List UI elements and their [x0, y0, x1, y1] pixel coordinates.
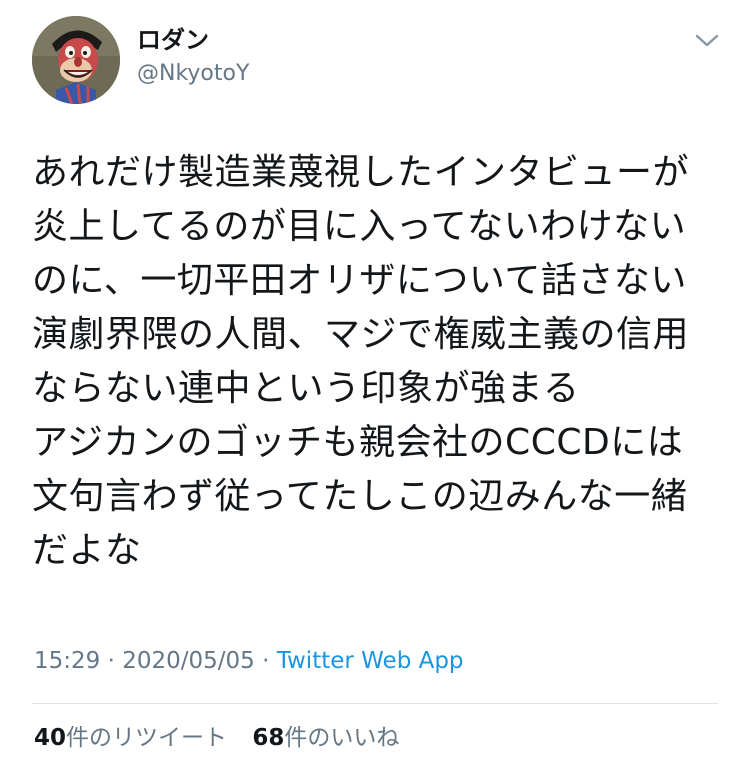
tweet-text-line: のに、一切平田オリザについて話さない — [32, 260, 687, 301]
retweets-label: 件のリツイート — [66, 725, 228, 751]
tweet-stats: 40件のリツイート 68件のいいね — [34, 722, 399, 754]
meta-separator: · — [254, 648, 277, 674]
tweet-text-line: 文句言わず従ってたしこの辺みんな一緒 — [32, 476, 688, 517]
tweet-text-line: あれだけ製造業蔑視したインタビューが — [32, 152, 690, 193]
tweet-text: あれだけ製造業蔑視したインタビューが 炎上してるのが目に入ってないわけない のに… — [32, 146, 722, 578]
tweet-text-line: だよな — [32, 530, 142, 571]
tweet-meta: 15:29 · 2020/05/05 · Twitter Web App — [34, 645, 464, 677]
tweet-text-line: 演劇界隈の人間、マジで権威主義の信用 — [32, 314, 690, 355]
cartoon-avatar-icon — [32, 16, 120, 104]
likes-count: 68 — [252, 725, 285, 751]
avatar[interactable] — [32, 16, 120, 104]
likes-stat[interactable]: 68件のいいね — [252, 722, 399, 754]
divider — [32, 703, 718, 704]
tweet-card: ロダン @NkyotoY あれだけ製造業蔑視したインタビューが 炎上してるのが目… — [0, 0, 750, 762]
tweet-text-line: アジカンのゴッチも親会社のCCCDには — [32, 422, 684, 463]
tweet-menu-button[interactable] — [690, 26, 724, 56]
author-display-name[interactable]: ロダン — [137, 26, 209, 54]
author-handle[interactable]: @NkyotoY — [137, 60, 249, 88]
likes-label: 件のいいね — [284, 725, 400, 751]
tweet-source-link[interactable]: Twitter Web App — [277, 648, 464, 674]
tweet-text-line: ならない連中という印象が強まる — [32, 368, 580, 409]
tweet-time[interactable]: 15:29 — [34, 648, 100, 674]
tweet-text-line: 炎上してるのが目に入ってないわけない — [32, 206, 687, 247]
retweets-stat[interactable]: 40件のリツイート — [34, 722, 227, 754]
meta-separator: · — [100, 648, 123, 674]
tweet-date[interactable]: 2020/05/05 — [122, 648, 255, 674]
chevron-down-icon — [695, 34, 719, 47]
retweets-count: 40 — [34, 725, 67, 751]
